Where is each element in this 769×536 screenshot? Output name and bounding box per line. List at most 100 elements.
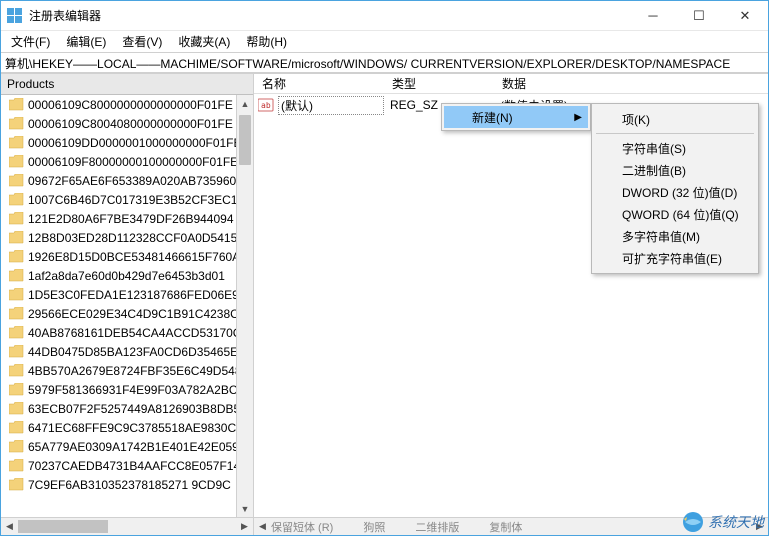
tree-item-label: 7C9EF6AB310352378185271 9CD9C [28,478,231,492]
tree-item-label: 5979F581366931F4E99F03A782A2BC [28,383,238,397]
tree-item-label: 00006109DD0000001000000000F01FE [28,136,242,150]
folder-icon [9,212,24,225]
string-value-icon: ab [258,98,274,112]
tree-item[interactable]: 5979F581366931F4E99F03A782A2BC [1,380,253,399]
folder-icon [9,364,24,377]
submenu-multistring[interactable]: 多字符串值(M) [594,225,756,247]
tree-item-label: 1D5E3C0FEDA1E123187686FED06E9 [28,288,239,302]
context-submenu-new: 项(K) 字符串值(S) 二进制值(B) DWORD (32 位)值(D) QW… [591,103,759,274]
folder-icon [9,193,24,206]
scroll-thumb[interactable] [239,115,251,165]
tree-item-label: 00006109F80000000100000000F01FE [28,155,238,169]
tree-item-label: 1007C6B46D7C017319E3B52CF3EC1 [28,193,237,207]
tree-item-label: 63ECB07F2F5257449A8126903B8DB5 [28,402,240,416]
status-fragment-3: 复制体 [489,519,522,535]
tree-item-label: 12B8D03ED28D112328CCF0A0D5415 [28,231,237,245]
folder-icon [9,174,24,187]
tree-item[interactable]: 70237CAEDB4731B4AAFCC8E057F14 [1,456,253,475]
hscroll-thumb[interactable] [18,520,108,533]
tree-item[interactable]: 40AB8768161DEB54CA4ACCD53170C [1,323,253,342]
context-menu: 新建(N) ▶ [441,103,591,131]
address-bar[interactable]: 算机\HEKEY——LOCAL——MACHIME/SOFTWARE/micros… [1,53,768,73]
tree-item-label: 09672F65AE6F653389A020AB735960 [28,174,236,188]
folder-icon [9,440,24,453]
tree-item[interactable]: 63ECB07F2F5257449A8126903B8DB5 [1,399,253,418]
scroll-right-icon[interactable]: ▶ [751,518,768,535]
tree-item-label: 00006109C8004080000000000F01FE [28,117,233,131]
submenu-expandstring[interactable]: 可扩充字符串值(E) [594,247,756,269]
folder-icon [9,478,24,491]
menu-separator [596,133,754,134]
tree-item[interactable]: 44DB0475D85BA123FA0CD6D35465E [1,342,253,361]
folder-icon [9,117,24,130]
submenu-binary[interactable]: 二进制值(B) [594,159,756,181]
scroll-up-icon[interactable]: ▲ [237,95,253,112]
window-controls: ─ ☐ ✕ [630,1,768,31]
tree-item-label: 121E2D80A6F7BE3479DF26B944094 [28,212,234,226]
menu-edit[interactable]: 编辑(E) [60,31,112,52]
folder-icon [9,98,24,111]
column-data[interactable]: 数据 [494,75,768,92]
tree-item[interactable]: 4BB570A2679E8724FBF35E6C49D548 [1,361,253,380]
folder-icon [9,326,24,339]
titlebar: 注册表编辑器 ─ ☐ ✕ [1,1,768,31]
folder-icon [9,231,24,244]
window-title: 注册表编辑器 [29,7,630,24]
sidebar-header[interactable]: Products [1,74,253,95]
scroll-left-icon[interactable]: ◀ [254,518,271,535]
status-fragment-2: 二维排版 [415,519,459,535]
folder-icon [9,402,24,415]
context-menu-new[interactable]: 新建(N) ▶ [444,106,588,128]
tree-item[interactable]: 1D5E3C0FEDA1E123187686FED06E9 [1,285,253,304]
tree-item[interactable]: 121E2D80A6F7BE3479DF26B944094 [1,209,253,228]
tree-item-label: 00006109C8000000000000000F01FE [28,98,233,112]
scroll-down-icon[interactable]: ▼ [237,500,253,517]
menu-view[interactable]: 查看(V) [116,31,168,52]
folder-icon [9,307,24,320]
minimize-button[interactable]: ─ [630,1,676,31]
folder-icon [9,345,24,358]
tree-item[interactable]: 7C9EF6AB310352378185271 9CD9C [1,475,253,494]
tree-item[interactable]: 00006109DD0000001000000000F01FE [1,133,253,152]
tree-item[interactable]: 1af2a8da7e60d0b429d7e6453b3d01 [1,266,253,285]
submenu-string[interactable]: 字符串值(S) [594,137,756,159]
tree-item[interactable]: 6471EC68FFE9C9C3785518AE9830CA [1,418,253,437]
app-icon [7,8,23,24]
column-headers: 名称 类型 数据 [254,74,768,94]
tree-item[interactable]: 1926E8D15D0BCE53481466615F760A [1,247,253,266]
sidebar: Products 00006109C8000000000000000F01FE 0… [1,74,254,517]
svg-text:ab: ab [261,101,271,110]
submenu-qword[interactable]: QWORD (64 位)值(Q) [594,203,756,225]
tree-item[interactable]: 09672F65AE6F653389A020AB735960 [1,171,253,190]
status-fragment-1: 狗照 [363,519,385,535]
scroll-left-icon[interactable]: ◀ [1,518,18,535]
tree-item-label: 65A779AE0309A1742B1E401E42E059 [28,440,239,454]
value-name[interactable]: (默认) [278,96,384,115]
tree-item[interactable]: 12B8D03ED28D112328CCF0A0D5415 [1,228,253,247]
submenu-key[interactable]: 项(K) [594,108,756,130]
tree-item[interactable]: 29566ECE029E34C4D9C1B91C4238C [1,304,253,323]
sidebar-hscroll[interactable]: ◀ ▶ [1,518,254,535]
status-fragment-0: 保留短体 (R) [271,519,333,535]
folder-icon [9,269,24,282]
submenu-dword[interactable]: DWORD (32 位)值(D) [594,181,756,203]
folder-icon [9,250,24,263]
vertical-scrollbar[interactable]: ▲ ▼ [236,95,253,517]
maximize-button[interactable]: ☐ [676,1,722,31]
column-type[interactable]: 类型 [384,75,494,92]
tree-item[interactable]: 65A779AE0309A1742B1E401E42E059 [1,437,253,456]
tree-item-label: 6471EC68FFE9C9C3785518AE9830CA [28,421,244,435]
tree-item[interactable]: 00006109C8004080000000000F01FE [1,114,253,133]
tree-item[interactable]: 00006109F80000000100000000F01FE [1,152,253,171]
folder-icon [9,136,24,149]
menu-favorites[interactable]: 收藏夹(A) [172,31,236,52]
column-name[interactable]: 名称 [254,75,384,92]
close-button[interactable]: ✕ [722,1,768,31]
chevron-right-icon: ▶ [574,112,582,123]
menu-file[interactable]: 文件(F) [5,31,56,52]
tree-item[interactable]: 00006109C8000000000000000F01FE [1,95,253,114]
scroll-right-icon[interactable]: ▶ [236,518,253,535]
tree-item-label: 70237CAEDB4731B4AAFCC8E057F14 [28,459,240,473]
tree-item[interactable]: 1007C6B46D7C017319E3B52CF3EC1 [1,190,253,209]
menu-help[interactable]: 帮助(H) [240,31,293,52]
